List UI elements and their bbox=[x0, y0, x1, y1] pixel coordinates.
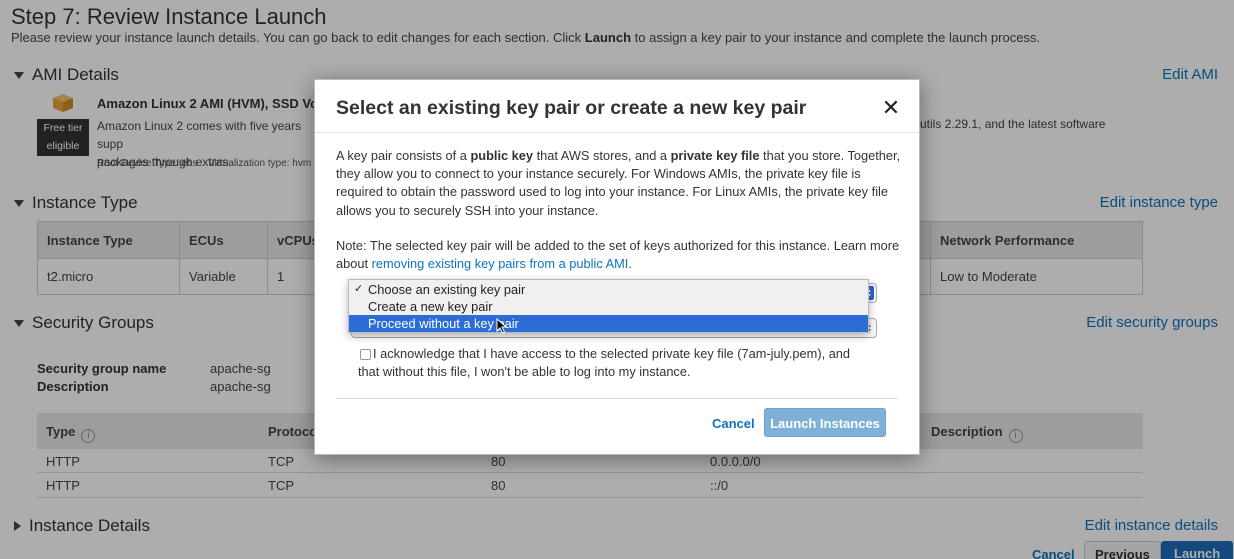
dropdown-option-choose-existing[interactable]: ✓ Choose an existing key pair bbox=[349, 281, 868, 298]
dropdown-option-proceed-without[interactable]: Proceed without a key pair bbox=[349, 315, 868, 332]
check-icon: ✓ bbox=[354, 283, 364, 295]
modal-explanation: A key pair consists of a public key that… bbox=[336, 147, 906, 220]
modal-note: Note: The selected key pair will be adde… bbox=[336, 237, 906, 273]
option-label: Create a new key pair bbox=[368, 299, 493, 314]
acknowledge-label: I acknowledge that I have access to the … bbox=[358, 346, 851, 380]
modal-divider bbox=[315, 132, 919, 133]
explanation-text: A key pair consists of a bbox=[336, 148, 471, 163]
explanation-bold-private-key: private key file bbox=[670, 148, 760, 163]
option-label: Choose an existing key pair bbox=[368, 282, 526, 297]
explanation-text: that AWS stores, and a bbox=[533, 148, 671, 163]
explanation-bold-public-key: public key bbox=[470, 148, 534, 163]
modal-title: Select an existing key pair or create a … bbox=[336, 97, 807, 119]
note-text-end: . bbox=[628, 256, 632, 272]
close-icon[interactable]: ✕ bbox=[881, 97, 901, 119]
launch-instances-button[interactable]: Launch Instances bbox=[764, 408, 886, 437]
remove-key-pairs-link[interactable]: removing existing key pairs from a publi… bbox=[372, 256, 629, 271]
dropdown-option-create-new[interactable]: Create a new key pair bbox=[349, 298, 868, 315]
modal-divider bbox=[336, 398, 898, 399]
mouse-cursor-icon bbox=[496, 318, 508, 334]
modal-cancel-button[interactable]: Cancel bbox=[712, 416, 755, 431]
key-pair-dropdown-menu: ✓ Choose an existing key pair Create a ne… bbox=[348, 279, 869, 333]
key-pair-modal: Select an existing key pair or create a … bbox=[314, 79, 920, 455]
